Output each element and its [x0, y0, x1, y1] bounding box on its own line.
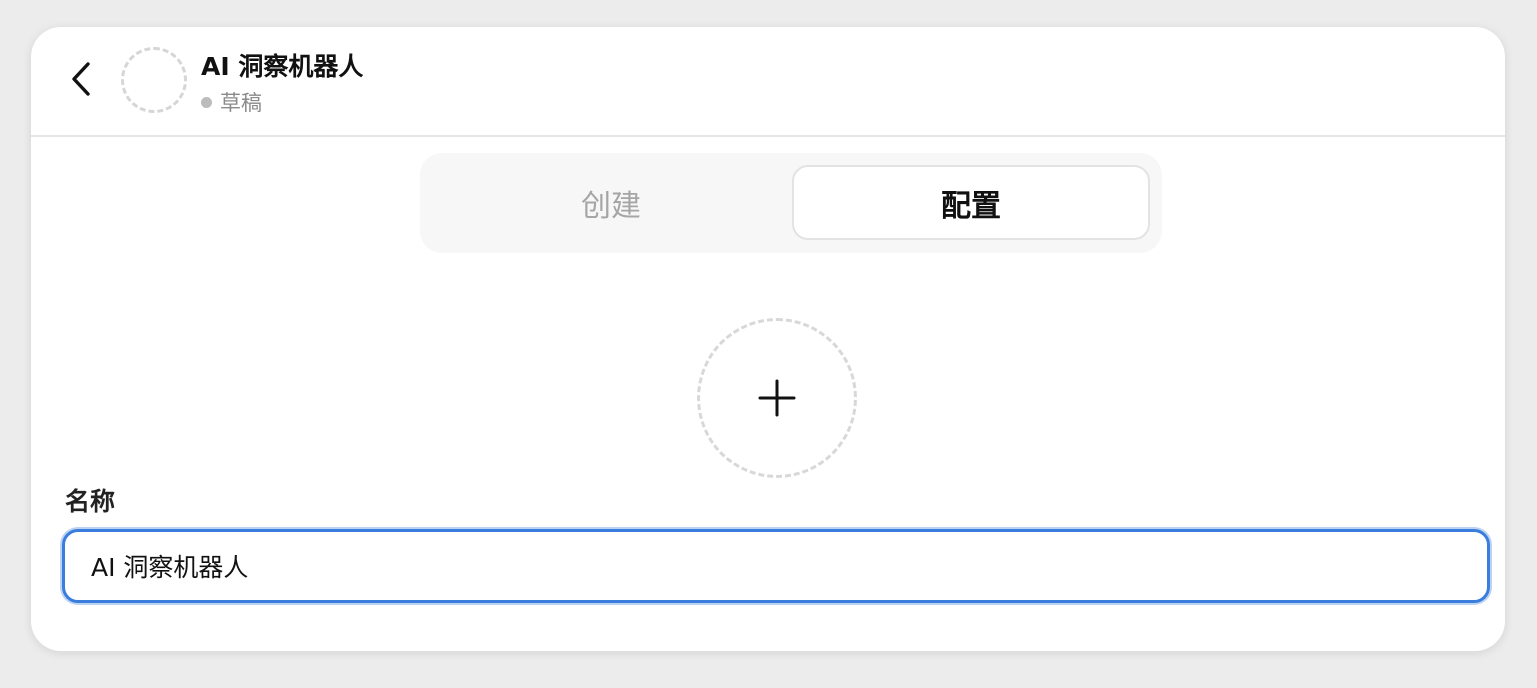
bot-avatar[interactable] — [121, 47, 187, 113]
avatar-upload-button[interactable] — [697, 318, 857, 478]
status-label: 草稿 — [220, 91, 262, 115]
name-input[interactable] — [62, 529, 1490, 603]
bot-config-card: AI 洞察机器人 草稿 创建 配置 名称 — [31, 27, 1505, 651]
status-indicator: 草稿 — [201, 87, 262, 117]
plus-icon — [758, 379, 796, 417]
header: AI 洞察机器人 草稿 — [31, 27, 1505, 137]
chevron-left-icon — [72, 62, 90, 96]
status-dot-icon — [201, 96, 212, 108]
mode-tabs: 创建 配置 — [420, 153, 1162, 253]
name-field-label: 名称 — [65, 487, 116, 516]
tab-config[interactable]: 配置 — [792, 165, 1150, 240]
tab-create[interactable]: 创建 — [432, 165, 790, 240]
bot-title: AI 洞察机器人 — [201, 52, 364, 81]
back-button[interactable] — [61, 55, 101, 103]
